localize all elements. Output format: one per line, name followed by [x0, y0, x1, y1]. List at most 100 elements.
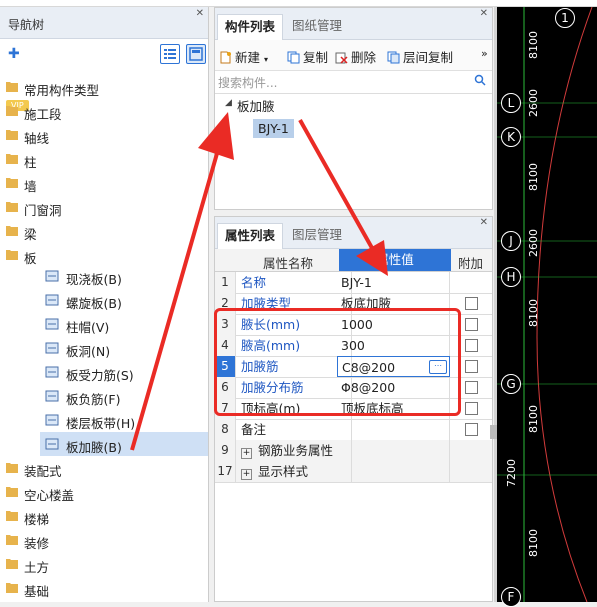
folder-icon: [6, 582, 18, 593]
list-view-icon[interactable]: [160, 44, 180, 64]
slab-hole-icon: [44, 341, 60, 355]
navigation-title-bar: 导航树 ✕: [0, 7, 208, 39]
property-row[interactable]: 17 + 显示样式: [215, 461, 492, 483]
property-value[interactable]: [337, 440, 450, 461]
nav-item-label: 门窗洞: [24, 203, 62, 218]
extra-checkbox[interactable]: [465, 423, 478, 436]
tab-drawing-management[interactable]: 图纸管理: [285, 14, 349, 39]
nav-sub-item[interactable]: 螺旋板(B): [40, 288, 208, 312]
folder-icon: [6, 486, 18, 497]
tree-child-node[interactable]: BJY-1: [253, 119, 294, 138]
copy-button[interactable]: 复制: [287, 47, 328, 66]
tab-property-list[interactable]: 属性列表: [217, 223, 284, 249]
extra-checkbox[interactable]: [465, 381, 478, 394]
spiral-slab-icon: [44, 293, 60, 307]
nav-item[interactable]: 轴线: [0, 123, 208, 147]
floor-copy-button[interactable]: 层间复制: [387, 47, 453, 66]
nav-sub-item-label: 螺旋板(B): [66, 296, 122, 311]
expand-icon[interactable]: +: [241, 469, 252, 480]
nav-sub-item-label: 楼层板带(H): [66, 416, 136, 431]
navigation-toolbar: ✚: [0, 39, 208, 71]
more-button[interactable]: »: [481, 47, 488, 60]
header-extra: 附加: [458, 256, 484, 271]
nav-sub-item-label: 板受力筋(S): [66, 368, 134, 383]
close-icon[interactable]: ✕: [480, 217, 488, 228]
property-row[interactable]: 9 + 钢筋业务属性: [215, 440, 492, 462]
nav-item[interactable]: 施工段 VIP: [0, 99, 208, 123]
collapse-handle[interactable]: [490, 425, 497, 439]
folder-icon: [6, 153, 18, 164]
dimension-label: 2600: [527, 89, 540, 117]
properties-tab-bar: 属性列表 图层管理 ✕: [215, 217, 492, 249]
folder-icon: [6, 558, 18, 569]
header-property-name: 属性名称: [263, 256, 314, 271]
nav-sub-item[interactable]: 现浇板(B): [40, 264, 208, 288]
component-search-bar: 搜索构件...: [215, 71, 492, 94]
nav-item[interactable]: 土方: [0, 552, 208, 576]
nav-item-label: 常用构件类型: [24, 83, 100, 98]
nav-item[interactable]: 门窗洞: [0, 195, 208, 219]
chevron-down-icon: ▾: [264, 55, 269, 64]
extra-checkbox[interactable]: [465, 318, 478, 331]
extra-checkbox[interactable]: [465, 402, 478, 415]
nav-sub-item[interactable]: 板洞(N): [40, 336, 208, 360]
extra-checkbox[interactable]: [465, 360, 478, 373]
nav-item[interactable]: 梁: [0, 219, 208, 243]
nav-item[interactable]: 空心楼盖: [0, 480, 208, 504]
properties-header: 属性名称 属性值 附加: [215, 249, 492, 272]
slab-icon: [44, 269, 60, 283]
nav-item[interactable]: 楼梯: [0, 504, 208, 528]
grid-view-icon[interactable]: [186, 44, 206, 64]
expand-icon[interactable]: +: [241, 448, 252, 459]
tree-root-node[interactable]: 板加腋: [237, 96, 275, 115]
nav-item-label: 轴线: [24, 131, 50, 146]
property-value[interactable]: BJY-1: [337, 272, 450, 293]
tab-component-list[interactable]: 构件列表: [217, 14, 284, 40]
nav-item-label: 装配式: [24, 464, 62, 479]
folder-icon: [6, 105, 18, 116]
nav-item[interactable]: 基础: [0, 576, 208, 600]
extra-checkbox[interactable]: [465, 339, 478, 352]
dimension-label: 8100: [527, 529, 540, 557]
nav-sub-item[interactable]: 楼层板带(H): [40, 408, 208, 432]
close-icon[interactable]: ✕: [196, 8, 204, 19]
tab-layer-management[interactable]: 图层管理: [285, 223, 349, 248]
nav-item[interactable]: 墙: [0, 171, 208, 195]
nav-item-label: 施工段: [24, 107, 62, 122]
extra-checkbox[interactable]: [465, 297, 478, 310]
nav-sub-item[interactable]: 板负筋(F): [40, 384, 208, 408]
property-row[interactable]: 1 名称 BJY-1: [215, 272, 492, 294]
tree-expand-icon[interactable]: ◢: [225, 98, 232, 108]
cad-canvas[interactable]: 1 L K J H G F 8100 2600 8100 2600 8100 8100 7200 8100: [497, 6, 597, 607]
nav-item-label: 墙: [24, 179, 37, 194]
nav-sub-item[interactable]: 柱帽(V): [40, 312, 208, 336]
nav-item[interactable]: 柱: [0, 147, 208, 171]
property-name: 名称: [236, 272, 352, 293]
axis-label: L: [501, 93, 521, 113]
property-row[interactable]: 8 备注: [215, 419, 492, 441]
nav-item[interactable]: 装修: [0, 528, 208, 552]
property-value[interactable]: [337, 461, 450, 482]
add-icon[interactable]: ✚: [8, 46, 20, 62]
delete-button[interactable]: 删除: [335, 47, 376, 66]
search-input[interactable]: 搜索构件...: [218, 74, 277, 91]
nav-sub-item[interactable]: 板加腋(B): [40, 432, 208, 456]
folder-icon: [6, 534, 18, 545]
nav-sub-item-label: 现浇板(B): [66, 272, 122, 287]
new-button[interactable]: 新建 ▾: [219, 47, 268, 66]
dimension-label: 2600: [527, 229, 540, 257]
new-icon: [219, 51, 232, 64]
nav-item[interactable]: 常用构件类型: [0, 75, 208, 99]
property-value[interactable]: [337, 419, 450, 440]
search-icon[interactable]: [474, 74, 486, 89]
column-cap-icon: [44, 317, 60, 331]
floor-copy-icon: [387, 51, 400, 64]
nav-item-label: 板: [24, 251, 37, 266]
nav-sub-item-label: 板负筋(F): [66, 392, 121, 407]
folder-icon: [6, 225, 18, 236]
axis-label: J: [501, 231, 521, 251]
close-icon[interactable]: ✕: [480, 8, 488, 19]
nav-item[interactable]: 装配式: [0, 456, 208, 480]
folder-icon: [6, 177, 18, 188]
nav-sub-item[interactable]: 板受力筋(S): [40, 360, 208, 384]
